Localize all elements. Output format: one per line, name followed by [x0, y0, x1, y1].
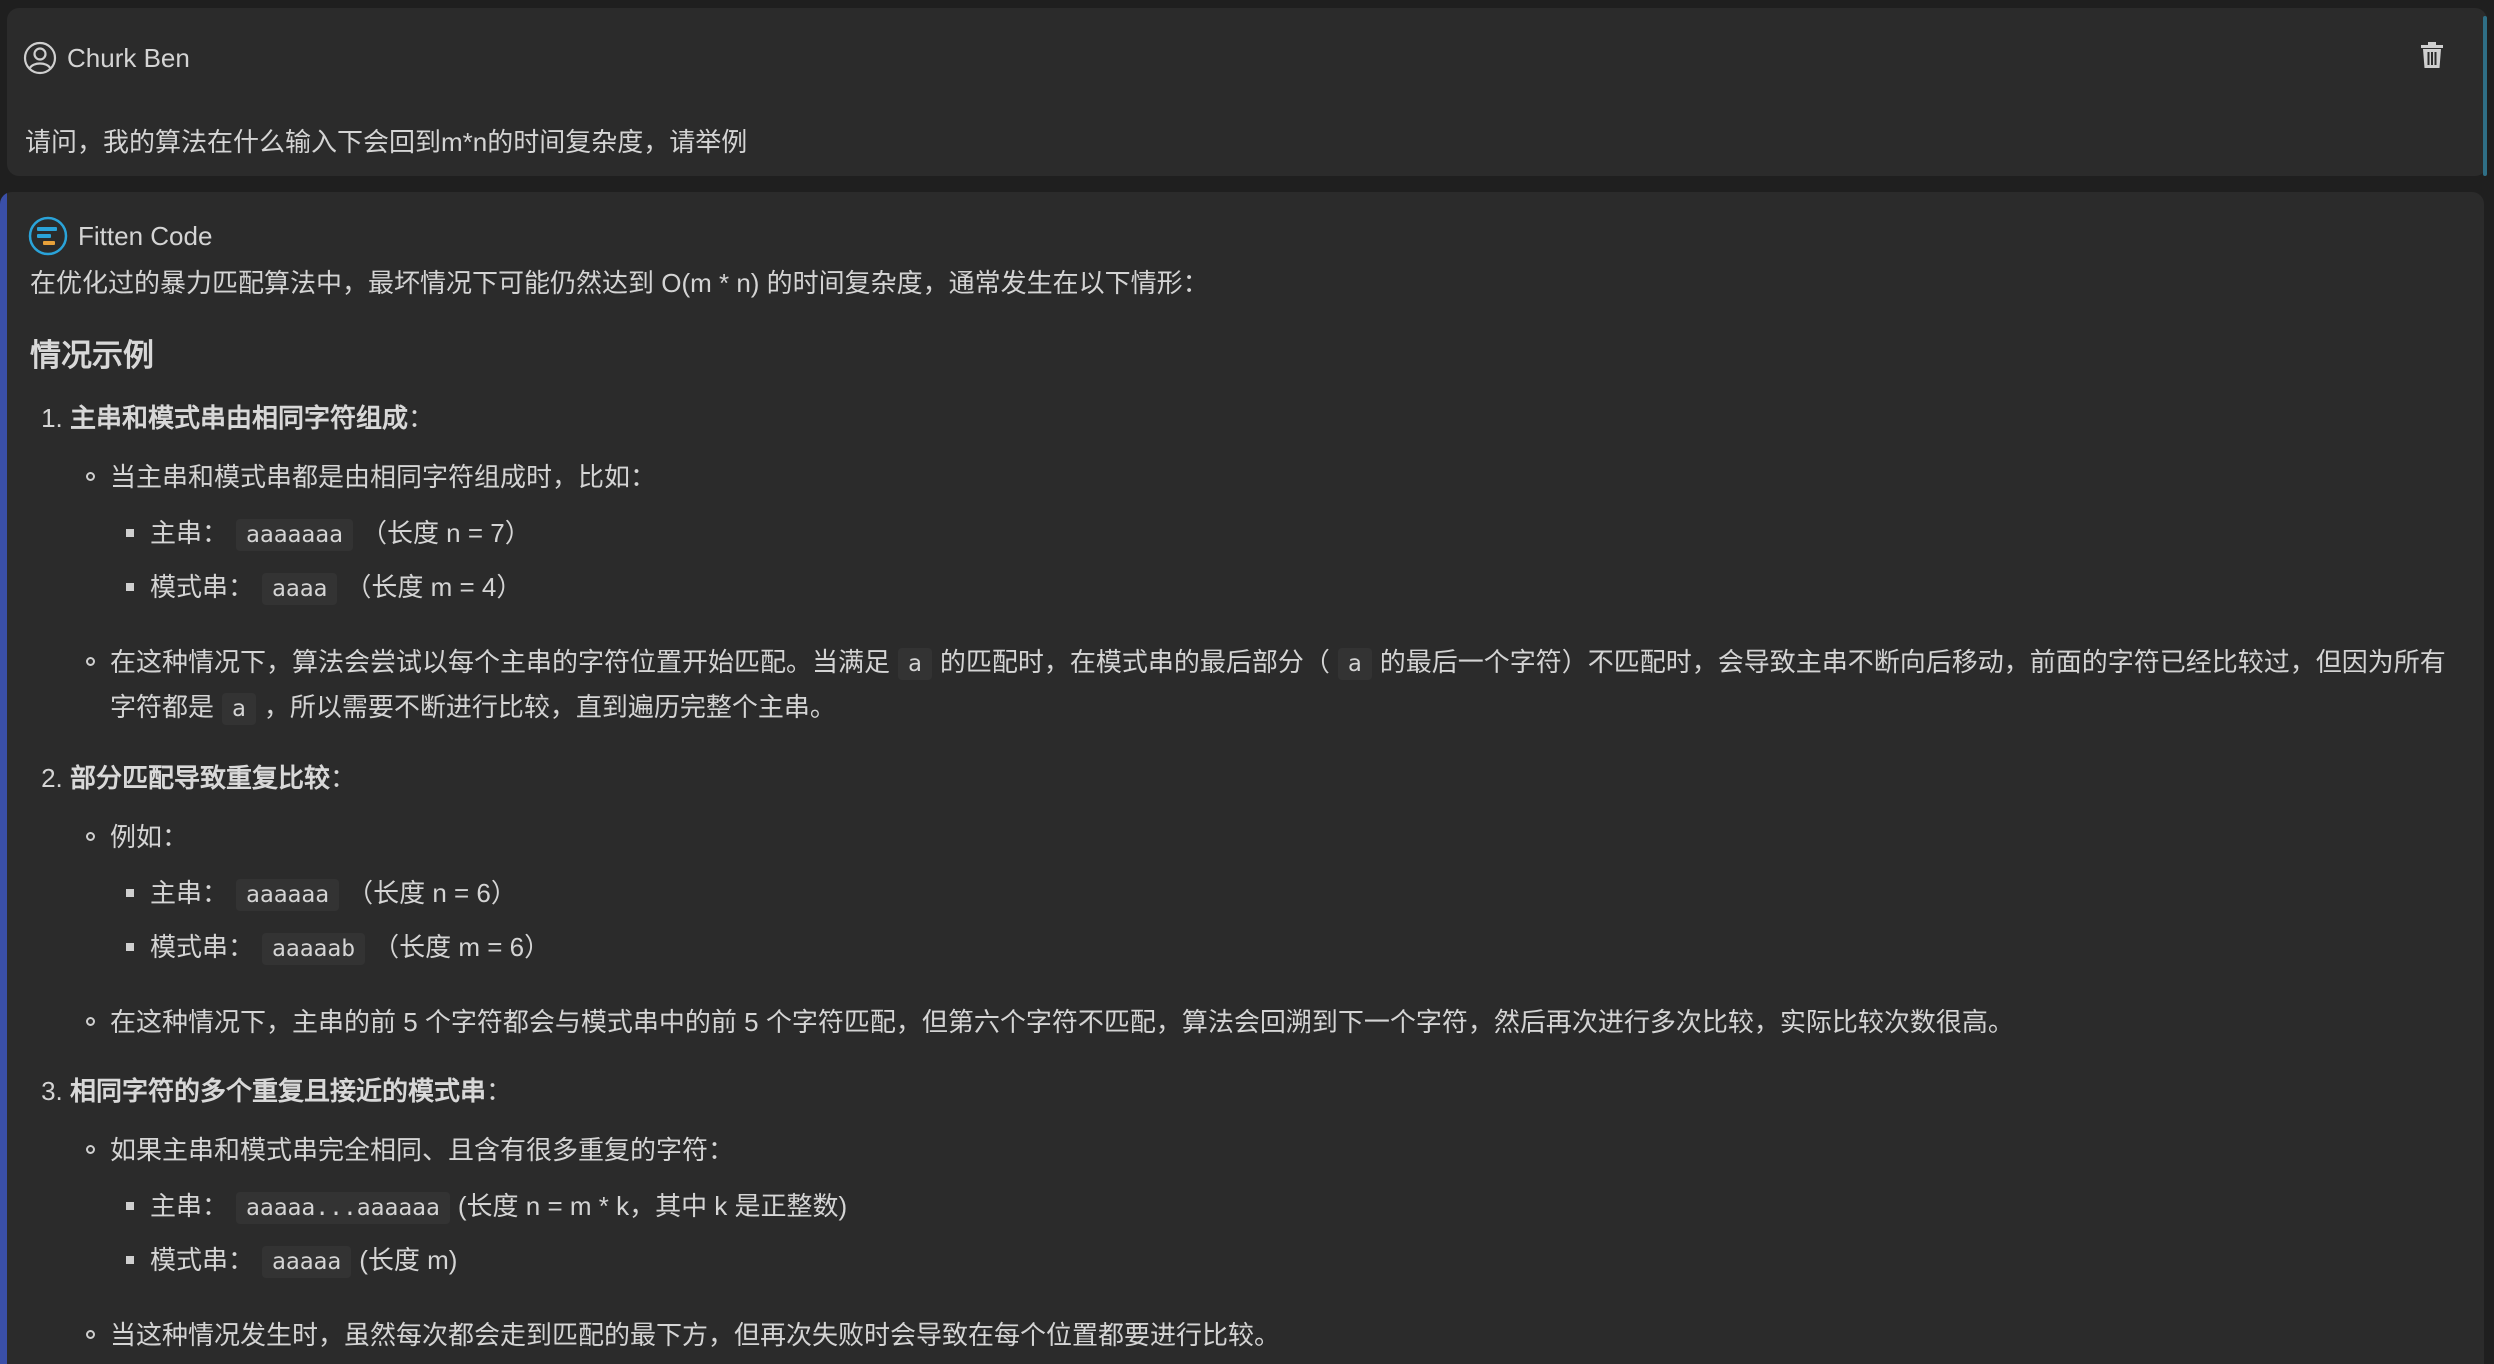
assistant-message-body: 在优化过的暴力匹配算法中，最坏情况下可能仍然达到 O(m * n) 的时间复杂度…: [30, 262, 2464, 1364]
example-label: 主串：: [150, 518, 229, 548]
detail-text: 如果主串和模式串完全相同、且含有很多重复的字符：: [110, 1135, 735, 1165]
example-label: 模式串：: [150, 932, 255, 962]
example-list: 主串： aaaaa...aaaaaa (长度 n = m * k，其中 k 是正整数…: [110, 1180, 2464, 1288]
case-title: 主串和模式串由相同字符组成: [70, 403, 409, 433]
detail-text: 例如：: [110, 822, 189, 852]
detail-text: 在这种情况下，算法会尝试以每个主串的字符位置开始匹配。当满足: [110, 647, 891, 677]
case-list: 主串和模式串由相同字符组成： 当主串和模式串都是由相同字符组成时，比如： 主串：…: [30, 397, 2464, 1357]
detail-bullet: 当这种情况发生时，虽然每次都会走到匹配的最下方，但再次失败时会导致在每个位置都要…: [86, 1314, 2464, 1357]
case-details: 如果主串和模式串完全相同、且含有很多重复的字符： 主串： aaaaa...aaaa…: [70, 1129, 2464, 1357]
user-message-text: 请问，我的算法在什么输入下会回到m*n的时间复杂度，请举例: [25, 127, 748, 157]
trash-icon: [2420, 41, 2444, 74]
example-item: 主串： aaaaa...aaaaaa (长度 n = m * k，其中 k 是正整数…: [126, 1180, 2464, 1234]
detail-text: 当这种情况发生时，虽然每次都会走到匹配的最下方，但再次失败时会导致在每个位置都要…: [110, 1320, 1281, 1350]
example-note: (长度 n = m * k，其中 k 是正整数): [457, 1191, 848, 1221]
chat-panel: Churk Ben 请问，我的算法在什么输入下会回到m*n的时间复杂度，请举例: [0, 0, 2494, 1364]
example-list: 主串： aaaaaaa （长度 n = 7） 模式串： aaaa （长度 m = 4）: [110, 507, 2464, 615]
example-item: 主串： aaaaaaa （长度 n = 7）: [126, 507, 2464, 561]
example-code: aaaaaaa: [236, 519, 353, 551]
case-item: 部分匹配导致重复比较： 例如： 主串：aaaaaa（长度 n = 6） 模式串：…: [70, 757, 2464, 1044]
example-code: aaaaab: [262, 933, 366, 965]
example-code: aaaaaa: [236, 879, 340, 911]
detail-text: 在这种情况下，主串的前 5 个字符都会与模式串中的前 5 个字符匹配，但第六个字…: [110, 1007, 2014, 1037]
example-list: 主串： aaaaaa （长度 n = 6） 模式串： aaaaab （长度 m = 6）: [110, 867, 2464, 975]
detail-text: ，所以需要不断进行比较，直到遍历完整个主串。: [263, 692, 836, 722]
user-message-card: Churk Ben 请问，我的算法在什么输入下会回到m*n的时间复杂度，请举例: [7, 8, 2487, 176]
user-circle-icon: [23, 41, 57, 75]
example-label: 主串：: [150, 1191, 229, 1221]
example-item: 模式串： aaaaa (长度 m): [126, 1234, 2464, 1288]
example-code: aaaaa...aaaaaa: [236, 1192, 450, 1224]
assistant-message-card: Fitten Code 在优化过的暴力匹配算法中，最坏情况下可能仍然达到 O(m…: [0, 192, 2484, 1364]
assistant-card-accent: [0, 192, 7, 1364]
detail-bullet: 当主串和模式串都是由相同字符组成时，比如： 主串： aaaaaaa （长度 n = …: [86, 456, 2464, 615]
case-details: 当主串和模式串都是由相同字符组成时，比如： 主串： aaaaaaa （长度 n = …: [70, 456, 2464, 731]
delete-message-button[interactable]: [2415, 40, 2449, 74]
detail-text: 的匹配时，在模式串的最后部分（: [939, 647, 1330, 677]
example-note: （长度 m = 6）: [373, 932, 551, 962]
assistant-name: Fitten Code: [78, 220, 213, 251]
case-title: 部分匹配导致重复比较: [70, 763, 331, 793]
case-item: 相同字符的多个重复且接近的模式串： 如果主串和模式串完全相同、且含有很多重复的字…: [70, 1070, 2464, 1357]
example-code: aaaaa: [262, 1246, 352, 1278]
inline-code: a: [898, 648, 932, 680]
detail-bullet: 在这种情况下，算法会尝试以每个主串的字符位置开始匹配。当满足 a 的匹配时，在模式串…: [86, 641, 2464, 731]
detail-bullet: 例如： 主串： aaaaaa （长度 n = 6） 模式串： aaaaab （长度 m …: [86, 816, 2464, 975]
fitten-code-logo-icon: [28, 216, 68, 256]
user-name: Churk Ben: [67, 42, 190, 73]
inline-code: a: [1337, 648, 1372, 680]
example-note: （长度 n = 7）: [360, 518, 531, 548]
assistant-message-header: Fitten Code: [28, 216, 212, 256]
example-label: 主串：: [150, 878, 229, 908]
section-heading: 情况示例: [30, 338, 154, 373]
intro-text: 在优化过的暴力匹配算法中，最坏情况下可能仍然达到 O(m * n) 的时间复杂度…: [30, 268, 1209, 298]
user-message-header: Churk Ben: [23, 40, 190, 76]
case-title: 相同字符的多个重复且接近的模式串: [70, 1076, 487, 1106]
example-label: 模式串：: [150, 572, 255, 602]
case-item: 主串和模式串由相同字符组成： 当主串和模式串都是由相同字符组成时，比如： 主串：…: [70, 397, 2464, 731]
detail-text: 当主串和模式串都是由相同字符组成时，比如：: [110, 462, 657, 492]
case-title-colon: ：: [408, 403, 435, 433]
example-label: 模式串：: [150, 1245, 255, 1275]
user-card-accent: [2483, 16, 2487, 176]
inline-code: a: [222, 693, 256, 725]
detail-bullet: 在这种情况下，主串的前 5 个字符都会与模式串中的前 5 个字符匹配，但第六个字…: [86, 1001, 2464, 1044]
example-note: （长度 m = 4）: [345, 572, 523, 602]
case-title-colon: ：: [330, 763, 357, 793]
detail-bullet: 如果主串和模式串完全相同、且含有很多重复的字符： 主串： aaaaa...aaaa…: [86, 1129, 2464, 1288]
example-note: （长度 n = 6）: [347, 878, 517, 908]
case-details: 例如： 主串： aaaaaa （长度 n = 6） 模式串： aaaaab （长度 m …: [70, 816, 2464, 1044]
example-item: 模式串： aaaaab （长度 m = 6）: [126, 921, 2464, 975]
case-title-colon: ：: [486, 1076, 513, 1106]
example-item: 主串： aaaaaa （长度 n = 6）: [126, 867, 2464, 921]
example-item: 模式串： aaaa （长度 m = 4）: [126, 561, 2464, 615]
example-code: aaaa: [262, 573, 338, 605]
example-note: (长度 m): [359, 1245, 458, 1275]
